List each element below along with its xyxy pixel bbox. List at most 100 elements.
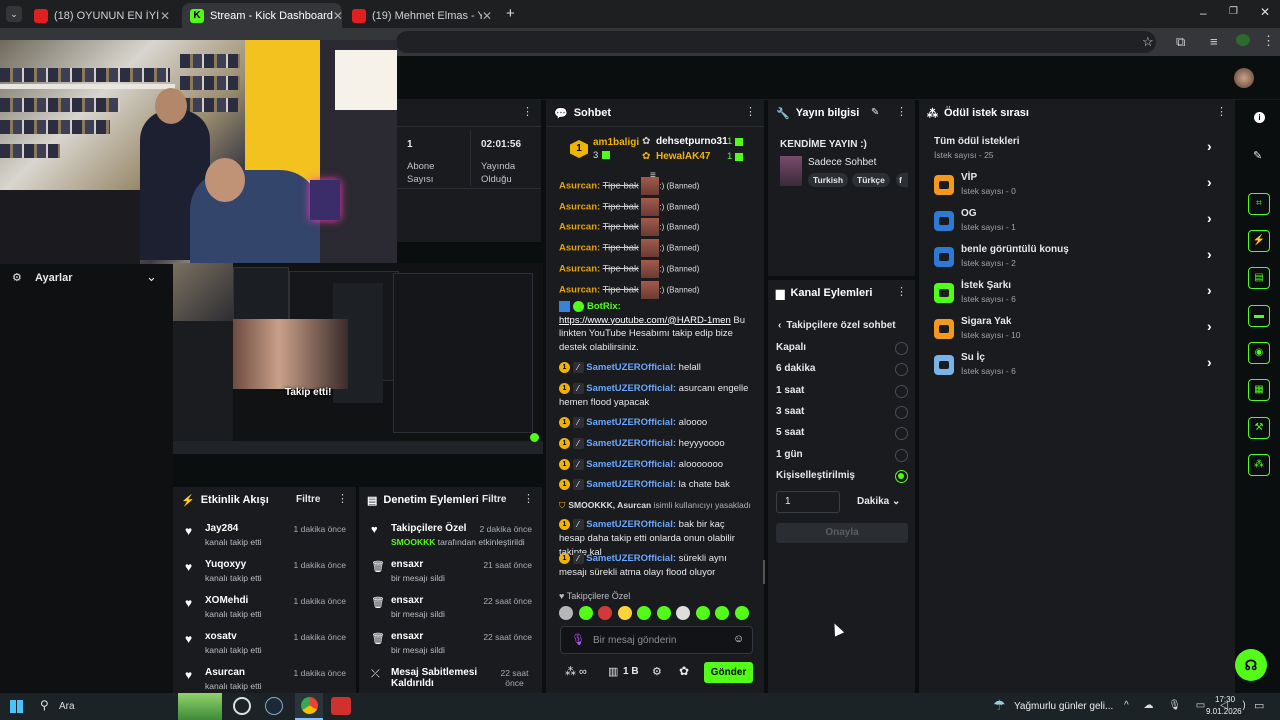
chat-username[interactable]: SametUZEROfficial: [586, 417, 676, 428]
reward-row[interactable]: benle görüntülü konuş İstek sayısı - 2 › [919, 242, 1235, 272]
more-icon[interactable]: ⋮ [1216, 107, 1227, 118]
radio-button[interactable] [895, 384, 908, 398]
chat-username[interactable]: Asurcan: [559, 181, 600, 192]
tag[interactable]: Türkçe [852, 173, 890, 187]
layout-icon[interactable]: ▦ [1248, 379, 1270, 401]
search-icon[interactable]: ⚲ [40, 698, 49, 712]
emote-icon[interactable] [559, 606, 573, 620]
slow-mode-option-label[interactable]: 5 saat [776, 427, 804, 438]
minimize-icon[interactable]: – [1200, 6, 1207, 20]
radio-button[interactable] [895, 427, 908, 441]
mod-action-name[interactable]: Mesaj Sabitlemesi Kaldırıldı [391, 667, 481, 689]
slow-mode-option-label[interactable]: 1 gün [776, 449, 803, 460]
custom-duration-input[interactable]: 1 [776, 491, 840, 513]
radio-button[interactable] [895, 448, 908, 462]
new-tab-button[interactable]: + [506, 5, 515, 22]
radio-button[interactable] [895, 342, 908, 355]
edit-layout-icon[interactable]: ✎ [1253, 149, 1262, 162]
slow-mode-option-label[interactable]: 3 saat [776, 406, 804, 417]
radio-button[interactable] [895, 405, 908, 419]
chat-link[interactable]: https://www.youtube.com/@HARD-1men [559, 315, 731, 326]
more-icon[interactable]: ⋮ [896, 107, 907, 118]
settings-row[interactable]: ⚙ Ayarlar ⌄ [0, 268, 170, 290]
all-rewards-row[interactable]: Tüm ödül istekleri İstek sayısı - 25 › [919, 134, 1235, 162]
chat-tools-icon[interactable]: ⁂ ∞ [565, 665, 587, 678]
tag[interactable]: f [896, 173, 908, 187]
event-username[interactable]: Yuqoxyy [205, 559, 246, 570]
emote-icon[interactable] [715, 606, 729, 620]
media-icon[interactable]: ≡ [1210, 34, 1218, 49]
close-window-icon[interactable]: ✕ [1260, 5, 1270, 19]
emote-icon[interactable] [656, 606, 671, 620]
chat-username[interactable]: Asurcan: [559, 222, 600, 233]
more-icon[interactable]: ⋮ [522, 107, 533, 118]
info-icon[interactable]: i [1254, 112, 1265, 123]
profile-icon[interactable] [1236, 34, 1250, 46]
close-tab-icon[interactable]: ✕ [333, 9, 342, 23]
browser-tab-kick[interactable]: K Stream - Kick Dashboard ✕ [182, 3, 342, 28]
weather-text[interactable]: Yağmurlu günler geli... [1014, 701, 1113, 712]
microphone-icon[interactable]: 🎙 [571, 633, 585, 646]
gear-icon[interactable]: ⚙ [652, 665, 662, 678]
chat-username[interactable]: SametUZEROfficial: [586, 553, 676, 564]
chat-username[interactable]: BotRix: [587, 301, 621, 312]
close-tab-icon[interactable]: ✕ [160, 9, 170, 23]
chat-username[interactable]: SametUZEROfficial: [586, 438, 676, 449]
emoji-icon[interactable]: ☺ [733, 633, 744, 645]
chat-bubble-icon[interactable]: ▬ [1248, 305, 1270, 327]
maximize-icon[interactable]: ❐ [1229, 6, 1238, 17]
slow-mode-option-label[interactable]: 6 dakika [776, 363, 815, 374]
back-button[interactable]: ‹ Takipçilere özel sohbet [778, 320, 896, 331]
slow-mode-option-label[interactable]: Kapalı [776, 342, 806, 353]
document-icon[interactable]: ▤ [1248, 267, 1270, 289]
focus-icon[interactable]: ⌗ [1248, 193, 1270, 215]
browser-tab-youtube-1[interactable]: (18) OYUNUN EN İYİ ROLÜ!! BO ✕ [26, 3, 178, 28]
system-users[interactable]: SMOOKKK, Asurcan [568, 500, 651, 510]
chat-username[interactable]: SametUZEROfficial: [586, 479, 676, 490]
chevron-down-icon[interactable]: ⌄ [146, 269, 157, 285]
emote-icon[interactable] [637, 606, 651, 620]
rewards-icon[interactable]: ⁂ [1248, 454, 1270, 476]
reward-row[interactable]: Su İç İstek sayısı - 6 › [919, 350, 1235, 380]
emote-icon[interactable] [734, 606, 749, 620]
more-icon[interactable]: ⋮ [745, 107, 756, 118]
slow-mode-option-label[interactable]: Kişiselleştirilmiş [776, 470, 855, 481]
edit-icon[interactable]: ✎ [871, 107, 879, 118]
support-headset-icon[interactable]: ☊ [1235, 649, 1267, 681]
send-button[interactable]: Gönder [704, 662, 753, 683]
radio-button[interactable] [895, 469, 908, 483]
chat-username[interactable]: SametUZEROfficial: [586, 519, 676, 530]
browser-tab-youtube-2[interactable]: (19) Mehmet Elmas - Yol [ Offic ✕ [344, 3, 500, 28]
app-icon[interactable] [233, 697, 251, 715]
menu-icon[interactable]: ⋮ [1262, 33, 1275, 49]
close-tab-icon[interactable]: ✕ [482, 9, 492, 23]
lightning-icon[interactable]: ⚡ [1248, 230, 1270, 252]
address-field[interactable] [396, 31, 1156, 53]
radio-button[interactable] [895, 363, 908, 377]
chat-username[interactable]: Asurcan: [559, 263, 600, 274]
app-icon-red[interactable] [331, 697, 351, 715]
emote-icon[interactable] [695, 606, 710, 620]
bookmark-star-icon[interactable]: ☆ [1142, 34, 1154, 50]
chat-input[interactable]: 🎙 Bir mesaj gönderin ☺ [560, 626, 753, 654]
emote-icon[interactable] [578, 606, 593, 620]
emote-icon[interactable]: ✿ [679, 664, 689, 678]
moderator-name[interactable]: SMOOKKK [391, 537, 435, 547]
more-icon[interactable]: ⋮ [337, 494, 348, 505]
reward-row[interactable]: İstek Şarkı İstek sayısı - 6 › [919, 278, 1235, 308]
event-username[interactable]: XOMehdi [205, 595, 248, 606]
tag[interactable]: Turkish [808, 173, 849, 187]
filter-button[interactable]: Filtre [296, 494, 320, 505]
chat-username[interactable]: Asurcan: [559, 243, 600, 254]
reward-row[interactable]: OG İstek sayısı - 1 › [919, 206, 1235, 236]
event-username[interactable]: Jay284 [205, 523, 238, 534]
notifications-icon[interactable]: ▭ [1254, 699, 1264, 712]
filter-button[interactable]: Filtre [482, 494, 506, 505]
chat-username[interactable]: SametUZEROfficial: [586, 383, 676, 394]
clock-date[interactable]: 9.01.2026 [1206, 707, 1242, 716]
reward-row[interactable]: Sigara Yak İstek sayısı - 10 › [919, 314, 1235, 344]
slow-mode-option-label[interactable]: 1 saat [776, 385, 804, 396]
chrome-icon[interactable] [295, 693, 323, 720]
search-label[interactable]: Ara [59, 701, 75, 712]
start-icon[interactable] [10, 700, 23, 713]
